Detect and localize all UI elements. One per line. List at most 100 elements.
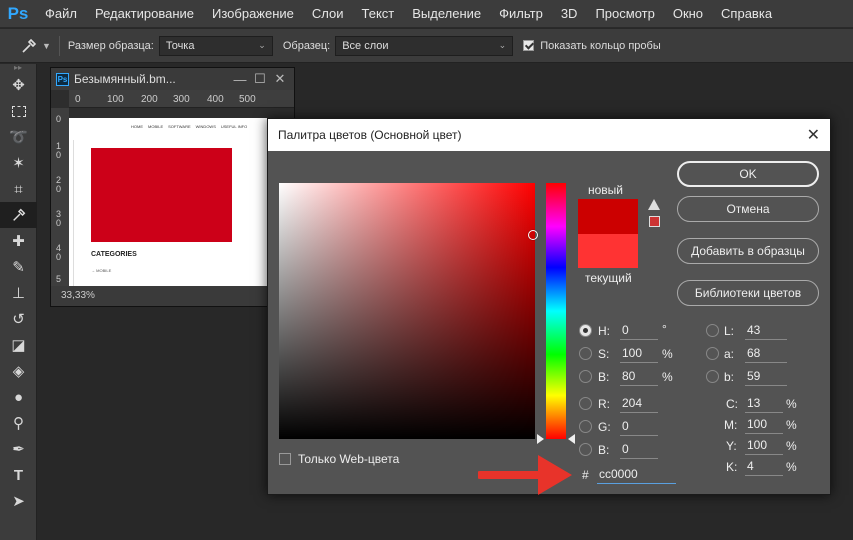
brightness-unit: % <box>662 370 673 384</box>
eraser-tool-icon[interactable]: ◪ <box>0 332 37 358</box>
menu-3d[interactable]: 3D <box>552 0 587 28</box>
dialog-title: Палитра цветов (Основной цвет) <box>278 128 462 142</box>
add-to-swatches-button[interactable]: Добавить в образцы <box>677 238 819 264</box>
dodge-tool-icon[interactable]: ⚲ <box>0 410 37 436</box>
cancel-button[interactable]: Отмена <box>677 196 819 222</box>
ruler-tick: 1 0 <box>56 141 62 160</box>
color-libraries-button[interactable]: Библиотеки цветов <box>677 280 819 306</box>
ok-button[interactable]: OK <box>677 161 819 187</box>
color-field[interactable] <box>279 183 535 439</box>
menu-type[interactable]: Текст <box>353 0 404 28</box>
type-tool-icon[interactable]: T <box>0 462 37 488</box>
green-input[interactable]: 0 <box>620 418 658 436</box>
lasso-tool-icon[interactable]: ➰ <box>0 124 37 150</box>
page-heading: CATEGORIES <box>91 251 137 258</box>
show-ring-label: Показать кольцо пробы <box>540 39 661 52</box>
a-channel-radio[interactable] <box>706 347 719 360</box>
hex-input[interactable]: cc0000 <box>597 466 676 484</box>
maximize-icon[interactable]: ☐ <box>250 71 270 87</box>
black-label: K: <box>726 460 738 474</box>
document-titlebar[interactable]: Ps Безымянный.bm... — ☐ ✕ <box>51 68 294 90</box>
menu-help[interactable]: Справка <box>712 0 781 28</box>
lightness-radio[interactable] <box>706 324 719 337</box>
cyan-input[interactable]: 13 <box>745 395 783 413</box>
magic-wand-tool-icon[interactable]: ✶ <box>0 150 37 176</box>
page-link: → MOBILE <box>91 268 112 273</box>
document-canvas[interactable]: HOME MOBILE SOFTWARE WINDOWS USEFUL INFO… <box>69 108 294 288</box>
page-preview: HOME MOBILE SOFTWARE WINDOWS USEFUL INFO… <box>69 118 279 288</box>
menu-file[interactable]: Файл <box>36 0 86 28</box>
b-channel-radio[interactable] <box>706 370 719 383</box>
hue-input[interactable]: 0 <box>620 322 658 340</box>
a-channel-label: a: <box>724 347 735 361</box>
pen-tool-icon[interactable]: ✒ <box>0 436 37 462</box>
brightness-input[interactable]: 80 <box>620 368 658 386</box>
blue-radio[interactable] <box>579 443 592 456</box>
menu-edit[interactable]: Редактирование <box>86 0 203 28</box>
current-color-swatch[interactable] <box>578 234 638 268</box>
menu-filter[interactable]: Фильтр <box>490 0 552 28</box>
red-label: R: <box>598 397 610 411</box>
b-channel-input[interactable]: 59 <box>745 368 787 386</box>
zoom-level[interactable]: 33,33% <box>51 286 294 306</box>
page-nav-item: WINDOWS <box>195 124 216 129</box>
black-input[interactable]: 4 <box>745 458 783 476</box>
red-input[interactable]: 204 <box>620 395 658 413</box>
green-radio[interactable] <box>579 420 592 433</box>
eyedropper-tool-icon[interactable] <box>20 37 38 55</box>
show-ring-checkbox[interactable] <box>523 40 535 51</box>
hue-slider-left-handle[interactable] <box>537 434 544 444</box>
brightness-radio[interactable] <box>579 370 592 383</box>
sample-label: Образец: <box>282 39 331 52</box>
history-brush-tool-icon[interactable]: ↺ <box>0 306 37 332</box>
ruler-tick: 100 <box>107 94 124 105</box>
close-icon[interactable]: ✕ <box>270 71 290 87</box>
green-label: G: <box>598 420 611 434</box>
tool-preset-chevron-icon[interactable]: ▼ <box>42 41 51 51</box>
vertical-ruler: 0 1 0 2 0 3 0 4 0 5 <box>51 108 69 288</box>
web-safe-swatch-icon[interactable] <box>649 216 660 227</box>
crop-tool-icon[interactable]: ⌗ <box>0 176 37 202</box>
eyedropper-tool-icon[interactable] <box>0 202 37 228</box>
page-rule <box>73 140 74 288</box>
out-of-gamut-warning-icon[interactable] <box>648 199 660 210</box>
menu-image[interactable]: Изображение <box>203 0 303 28</box>
hue-slider-right-handle[interactable] <box>568 434 575 444</box>
magenta-input[interactable]: 100 <box>745 416 783 434</box>
sample-select[interactable]: Все слои ⌄ <box>335 35 514 56</box>
ruler-tick: 5 <box>56 274 62 284</box>
path-selection-tool-icon[interactable]: ➤ <box>0 488 37 514</box>
clone-stamp-tool-icon[interactable]: ⊥ <box>0 280 37 306</box>
yellow-input[interactable]: 100 <box>745 437 783 455</box>
minimize-icon[interactable]: — <box>230 72 250 87</box>
menu-window[interactable]: Окно <box>664 0 712 28</box>
close-icon[interactable]: ✕ <box>807 125 820 145</box>
horizontal-ruler: 0 100 200 300 400 500 <box>69 90 294 108</box>
red-radio[interactable] <box>579 397 592 410</box>
saturation-radio[interactable] <box>579 347 592 360</box>
ruler-tick: 200 <box>141 94 158 105</box>
blue-input[interactable]: 0 <box>620 441 658 459</box>
panel-collapse-icon[interactable]: ▸▸ <box>0 64 36 72</box>
blur-tool-icon[interactable]: ● <box>0 384 37 410</box>
brush-tool-icon[interactable]: ✎ <box>0 254 37 280</box>
menu-view[interactable]: Просмотр <box>586 0 663 28</box>
hue-radio[interactable] <box>579 324 592 337</box>
sample-value: Все слои <box>342 39 389 52</box>
marquee-tool-icon[interactable] <box>0 98 37 124</box>
move-tool-icon[interactable]: ✥ <box>0 72 37 98</box>
healing-brush-tool-icon[interactable]: ✚ <box>0 228 37 254</box>
lightness-input[interactable]: 43 <box>745 322 787 340</box>
page-nav-item: HOME <box>131 124 143 129</box>
web-colors-checkbox[interactable] <box>279 453 291 465</box>
menu-layers[interactable]: Слои <box>303 0 353 28</box>
sample-size-select[interactable]: Точка ⌄ <box>158 35 273 56</box>
color-field-marker[interactable] <box>528 230 538 240</box>
saturation-input[interactable]: 100 <box>620 345 658 363</box>
hue-slider[interactable] <box>546 183 566 439</box>
ruler-tick: 0 <box>56 114 62 124</box>
menu-select[interactable]: Выделение <box>403 0 490 28</box>
page-nav-item: SOFTWARE <box>168 124 191 129</box>
a-channel-input[interactable]: 68 <box>745 345 787 363</box>
paint-bucket-tool-icon[interactable]: ◈ <box>0 358 37 384</box>
